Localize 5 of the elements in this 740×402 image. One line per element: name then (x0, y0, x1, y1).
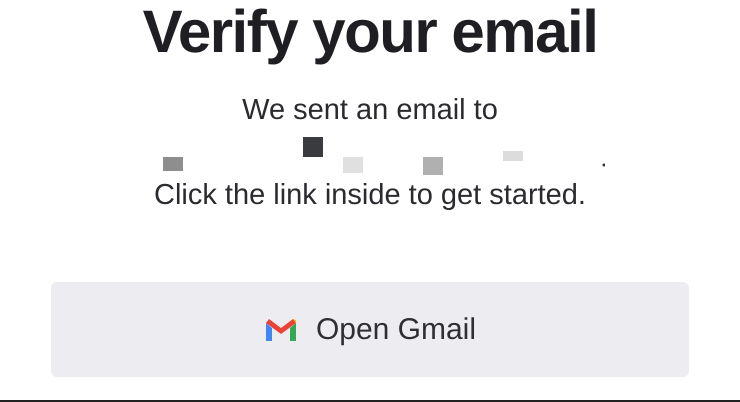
message-line: We sent an email to (242, 96, 498, 125)
mail-icon (264, 316, 298, 342)
open-gmail-button[interactable]: Open Gmail (51, 282, 689, 377)
page-title: Verify your email (142, 2, 598, 62)
message-line: Click the link inside to get started. (154, 181, 586, 210)
